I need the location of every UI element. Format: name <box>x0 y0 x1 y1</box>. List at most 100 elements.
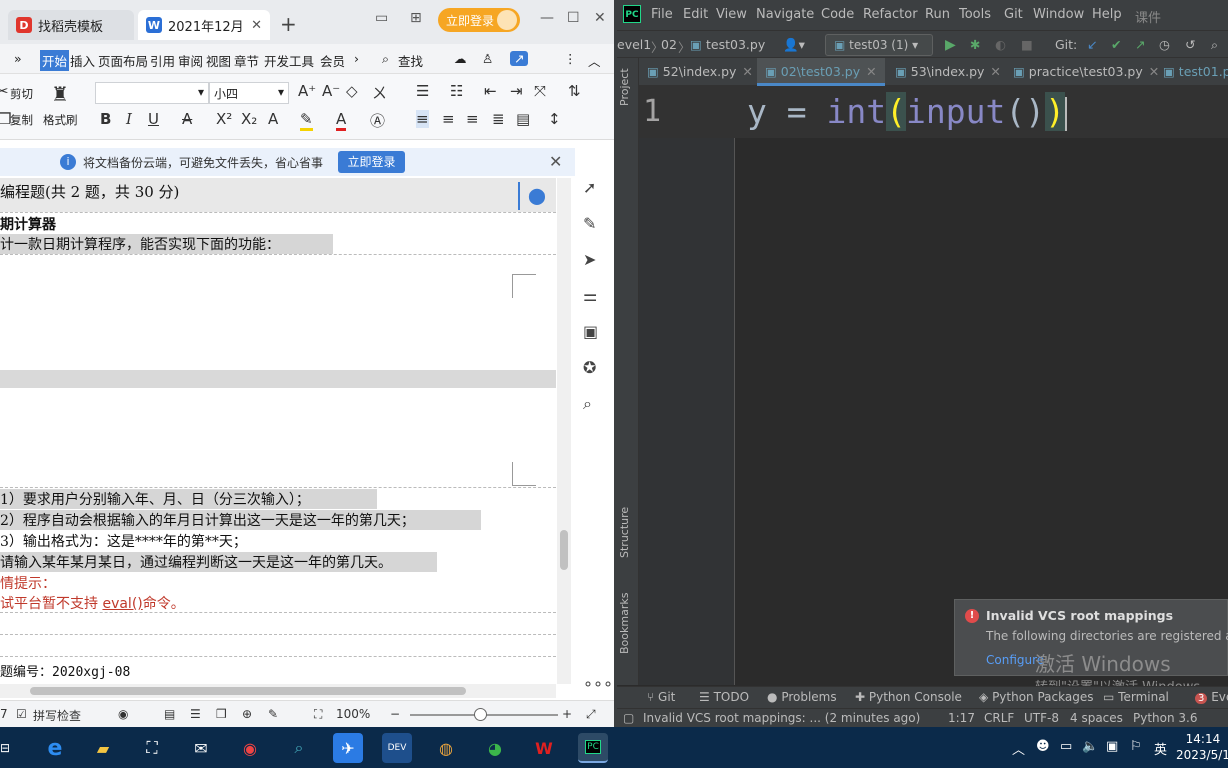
close-tab-icon[interactable]: ✕ <box>742 64 752 79</box>
image-icon[interactable]: ▣ <box>583 322 598 341</box>
text-effect-icon[interactable]: A <box>268 110 278 128</box>
app-icon[interactable]: ◍ <box>431 733 461 763</box>
run-icon[interactable]: ▶ <box>945 37 956 53</box>
search-label[interactable]: 查找 <box>398 51 423 70</box>
dev-cpp-icon[interactable]: DEV <box>382 733 412 763</box>
login-button[interactable]: 立即登录 <box>438 8 520 32</box>
fit-page-icon[interactable]: ⛶ <box>314 707 322 722</box>
wps-icon[interactable]: W <box>529 733 559 763</box>
grow-font-icon[interactable]: A⁺ <box>298 82 316 100</box>
close-tab-icon[interactable]: ✕ <box>251 18 262 33</box>
vertical-scrollbar[interactable] <box>557 178 571 684</box>
notice-login-button[interactable]: 立即登录 <box>338 151 405 173</box>
increase-indent-icon[interactable]: ⇥ <box>510 82 523 100</box>
more-options-icon[interactable]: ⋮ <box>564 51 577 66</box>
line-spacing-icon[interactable]: ↕ <box>548 110 561 128</box>
strikethrough-icon[interactable]: A <box>182 110 192 128</box>
code-editor[interactable]: y = int(input()) <box>735 86 1228 685</box>
cut-icon[interactable]: ✂ <box>0 82 9 100</box>
menu-references[interactable]: 引用 <box>150 51 175 70</box>
highlight-icon[interactable]: ✎ <box>300 110 313 131</box>
run-config-select[interactable]: ▣ test03 (1) ▾ <box>825 34 933 56</box>
history-icon[interactable]: ◷ <box>1159 37 1170 52</box>
pen-icon[interactable]: ✎ <box>583 214 596 233</box>
char-border-icon[interactable]: Ⓐ <box>370 110 385 131</box>
ime-indicator[interactable]: 英 <box>1154 739 1167 758</box>
share-icon[interactable]: ↗ <box>510 51 529 66</box>
spellcheck-icon[interactable]: ☑ <box>16 707 27 721</box>
find-doc-icon[interactable]: ⌕ <box>583 394 592 414</box>
menu-view[interactable]: 视图 <box>206 51 231 70</box>
menu-chapter[interactable]: 章节 <box>234 51 259 70</box>
close-window-icon[interactable]: ✕ <box>594 10 606 26</box>
stop-icon[interactable]: ■ <box>1021 37 1033 52</box>
menu-navigate[interactable]: Navigate <box>756 7 814 22</box>
editor-tab-active[interactable]: ▣ 02\test03.py ✕ <box>757 58 885 86</box>
align-right-icon[interactable]: ≡ <box>466 110 479 128</box>
tool-python-console[interactable]: ✚ Python Console <box>855 690 962 704</box>
editor-tab[interactable]: ▣ test01.py <box>1155 58 1228 86</box>
minimize-icon[interactable]: — <box>540 10 554 26</box>
menu-code[interactable]: Code <box>821 7 854 22</box>
outline-view-icon[interactable]: ☰ <box>190 707 201 721</box>
sliders-icon[interactable]: ⚌ <box>583 286 597 305</box>
tool-git[interactable]: ⑂ Git <box>647 690 675 704</box>
breadcrumb-project[interactable]: evel1 <box>617 37 651 52</box>
rollback-icon[interactable]: ↺ <box>1185 37 1195 52</box>
user-icon[interactable]: 👤▾ <box>783 37 805 53</box>
menu-developer[interactable]: 开发工具 <box>264 51 314 70</box>
pointer-icon[interactable]: ➤ <box>583 250 596 269</box>
menu-courseware[interactable]: 课件 <box>1135 7 1161 26</box>
editor-tab[interactable]: ▣ practice\test03.py ✕ <box>1005 58 1167 86</box>
menu-refactor[interactable]: Refactor <box>863 7 918 22</box>
menu-window[interactable]: Window <box>1033 7 1084 22</box>
breadcrumb-file[interactable]: test03.py <box>706 37 765 52</box>
cut-button[interactable]: 剪切 <box>10 86 33 102</box>
dingtalk-icon[interactable]: ✈ <box>333 733 363 763</box>
menu-home[interactable]: 开始 <box>40 50 70 71</box>
subscript-icon[interactable]: X₂ <box>241 110 257 128</box>
decrease-indent-icon[interactable]: ⇤ <box>484 82 497 100</box>
status-toggle-icon[interactable]: ▢ <box>623 711 634 725</box>
more-icon[interactable]: ∘∘∘ <box>583 674 613 693</box>
editor-tab[interactable]: ▣ 53\index.py ✕ <box>887 58 1009 86</box>
horizontal-scrollbar[interactable] <box>0 684 556 698</box>
file-explorer-icon[interactable]: ▰ <box>88 733 118 763</box>
tool-problems[interactable]: ● Problems <box>767 690 837 704</box>
fullscreen-icon[interactable]: ⤢ <box>586 707 596 722</box>
tool-event-log[interactable]: 3 Eve <box>1195 690 1228 704</box>
tool-python-packages[interactable]: ◈ Python Packages <box>979 690 1093 704</box>
pycharm-taskbar-icon[interactable]: PC <box>578 733 608 763</box>
menu-insert[interactable]: 插入 <box>70 51 95 70</box>
font-size-select[interactable]: 小四 ▾ <box>209 82 289 104</box>
justify-icon[interactable]: ≣ <box>492 110 505 128</box>
font-name-select[interactable]: ▾ <box>95 82 209 104</box>
user-icon[interactable]: ♙ <box>482 51 493 66</box>
network-icon[interactable]: ▣ <box>1106 739 1118 754</box>
store-icon[interactable]: ⛶ <box>137 733 167 763</box>
tray-expand-icon[interactable]: ︿ <box>1012 739 1025 758</box>
location-pin-icon[interactable]: ⬤ <box>528 186 546 205</box>
align-center-icon[interactable]: ≡ <box>442 110 455 128</box>
project-tool-button[interactable]: Project <box>618 68 631 106</box>
caret-position[interactable]: 1:17 <box>948 711 975 725</box>
menu-help[interactable]: Help <box>1092 7 1122 22</box>
compass-icon[interactable]: ✪ <box>583 358 596 377</box>
window-layout-icon[interactable]: ▭ <box>375 10 388 26</box>
copy-button[interactable]: 复制 <box>10 112 33 128</box>
sort-icon[interactable]: ⇅ <box>568 82 581 100</box>
status-message[interactable]: Invalid VCS root mappings: ... (2 minute… <box>643 711 920 725</box>
file-encoding[interactable]: UTF-8 <box>1024 711 1059 725</box>
font-color-icon[interactable]: A <box>336 110 347 131</box>
close-tab-icon[interactable]: ✕ <box>990 64 1000 79</box>
clear-format-icon[interactable]: ◇ <box>346 82 358 100</box>
line-separator[interactable]: CRLF <box>984 711 1014 725</box>
format-painter-icon[interactable]: ♜ <box>51 82 69 106</box>
superscript-icon[interactable]: X² <box>216 110 232 128</box>
zoom-out-icon[interactable]: − <box>390 707 400 721</box>
document-canvas[interactable]: 编程题(共 2 题，共 30 分) ⬤ 期计算器 计一款日期计算程序，能否实现下… <box>0 178 556 684</box>
scrollbar-thumb[interactable] <box>560 530 568 570</box>
bookmarks-tool-button[interactable]: Bookmarks <box>618 593 631 654</box>
python-interpreter[interactable]: Python 3.6 <box>1133 711 1198 725</box>
chrome-icon[interactable]: ◉ <box>235 733 265 763</box>
